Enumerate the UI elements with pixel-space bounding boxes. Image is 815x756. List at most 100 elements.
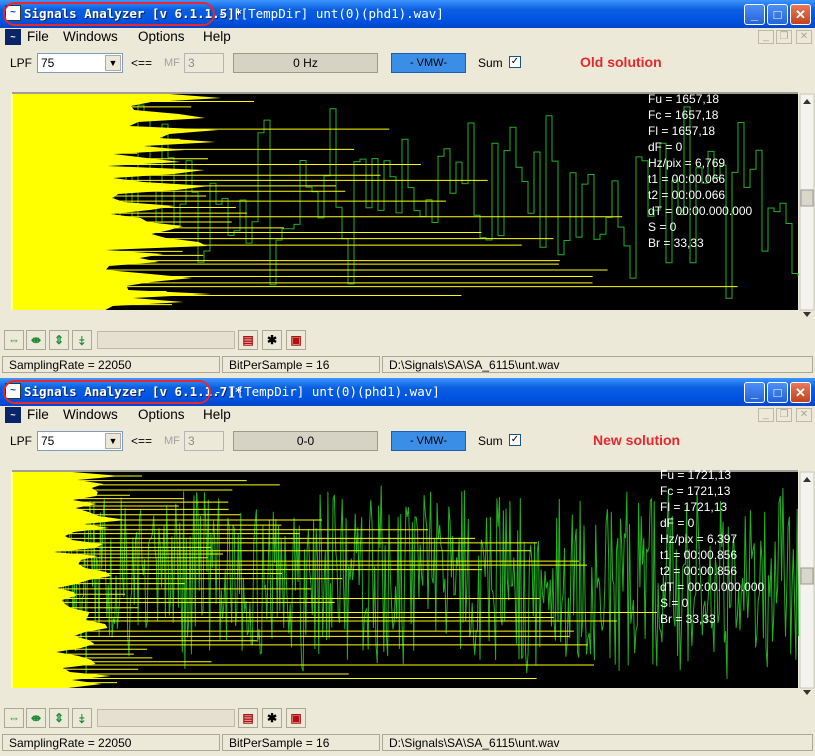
stat-fc: Fc = 1721,13 <box>660 484 731 498</box>
stat-df: dF = 0 <box>660 516 695 530</box>
analyzer-window-new: ~ Signals Analyzer [v 6.1.1.7]* - [[Temp… <box>0 378 815 756</box>
document-icon[interactable]: ~ <box>5 29 21 45</box>
lpf-value: 75 <box>41 434 55 448</box>
lpf-label: LPF <box>10 56 33 70</box>
save-icon[interactable]: ▣ <box>286 330 306 350</box>
minimize-button[interactable]: _ <box>744 382 765 403</box>
menu-windows[interactable]: Windows <box>63 29 118 44</box>
close-button[interactable]: ✕ <box>790 382 811 403</box>
version-highlight <box>3 380 211 404</box>
stat-hz-per-pix: Hz/pix = 6,397 <box>660 532 738 546</box>
lpf-value: 75 <box>41 56 55 70</box>
mdi-restore-icon[interactable]: ❐ <box>776 408 792 422</box>
stat-t1: t1 = 00:00.066 <box>648 172 726 186</box>
stat-t1: t1 = 00:00.856 <box>660 548 738 562</box>
menu-bar: ~ File Windows Options Help _ ❐ ✕ <box>0 406 815 424</box>
sum-checkbox[interactable]: ✓ <box>509 56 521 68</box>
stat-t2: t2 = 00:00.066 <box>648 188 726 202</box>
status-bar: SamplingRate = 22050 BitPerSample = 16 D… <box>0 732 815 752</box>
title-bar[interactable]: ~ Signals Analyzer [v 6.1.1.7]* - [[Temp… <box>0 378 815 406</box>
file-path-status: D:\Signals\SA\SA_6115\unt.wav <box>382 734 813 751</box>
stat-fl: Fl = 1657,18 <box>648 124 716 138</box>
frequency-display: 0 Hz <box>233 53 378 73</box>
horizontal-expand-icon[interactable]: ⇔ <box>4 708 24 728</box>
asterisk-icon[interactable]: ✱ <box>262 330 282 350</box>
vertical-shrink-icon[interactable]: ⤈ <box>72 708 92 728</box>
menu-options[interactable]: Options <box>138 407 185 422</box>
sampling-rate-status: SamplingRate = 22050 <box>2 356 220 373</box>
toolbar: LPF 75 ▼ <== MF 3 0-0 - VMW- Sum ✓ New s… <box>0 426 815 456</box>
lpf-select[interactable]: 75 ▼ <box>37 53 123 73</box>
stat-hz-per-pix: Hz/pix = 6,769 <box>648 156 726 170</box>
sum-label: Sum <box>478 434 503 448</box>
stat-s: S = 0 <box>660 596 689 610</box>
info-field <box>97 331 235 349</box>
bits-per-sample-status: BitPerSample = 16 <box>222 734 380 751</box>
stat-s: S = 0 <box>648 220 677 234</box>
analyzer-window-old: ~ Signals Analyzer [v 6.1.1.5]* - [[Temp… <box>0 0 815 378</box>
mf-input[interactable]: 3 <box>184 53 224 73</box>
chevron-down-icon[interactable]: ▼ <box>105 433 121 449</box>
toolbar: LPF 75 ▼ <== MF 3 0 Hz - VMW- Sum ✓ Old … <box>0 48 815 78</box>
window-subtitle: - [[TempDir] unt(0)(phd1).wav] <box>218 6 444 21</box>
solution-annotation: New solution <box>593 432 681 448</box>
lpf-select[interactable]: 75 ▼ <box>37 431 123 451</box>
lpf-label: LPF <box>10 434 33 448</box>
mdi-close-icon[interactable]: ✕ <box>796 408 812 422</box>
stat-fl: Fl = 1721,13 <box>660 500 728 514</box>
sampling-rate-status: SamplingRate = 22050 <box>2 734 220 751</box>
status-bar: SamplingRate = 22050 BitPerSample = 16 D… <box>0 354 815 374</box>
menu-file[interactable]: File <box>27 407 49 422</box>
version-highlight <box>3 2 215 26</box>
stat-dt: dT = 00:00.000.000 <box>648 204 753 218</box>
stat-dt: dT = 00:00.000.000 <box>660 580 765 594</box>
horizontal-shrink-icon[interactable]: ⇼ <box>26 330 46 350</box>
maximize-button[interactable]: □ <box>767 382 788 403</box>
apply-arrow-label[interactable]: <== <box>131 434 152 448</box>
stat-df: dF = 0 <box>648 140 683 154</box>
asterisk-icon[interactable]: ✱ <box>262 708 282 728</box>
solution-annotation: Old solution <box>580 54 662 70</box>
bottom-toolbar: ⇔ ⇼ ⇕ ⤈ ▤ ✱ ▣ <box>0 706 815 730</box>
vertical-expand-icon[interactable]: ⇕ <box>49 708 69 728</box>
measurement-readout: Fu = 1657,18 Fc = 1657,18 Fl = 1657,18 d… <box>648 91 752 251</box>
window-subtitle: - [[TempDir] unt(0)(phd1).wav] <box>214 384 440 399</box>
mdi-minimize-icon[interactable]: _ <box>758 408 774 422</box>
menu-help[interactable]: Help <box>203 29 231 44</box>
spectrum-view-icon[interactable]: ▤ <box>238 330 258 350</box>
mdi-minimize-icon[interactable]: _ <box>758 30 774 44</box>
bottom-toolbar: ⇔ ⇼ ⇕ ⤈ ▤ ✱ ▣ <box>0 328 815 352</box>
menu-windows[interactable]: Windows <box>63 407 118 422</box>
stat-fu: Fu = 1657,18 <box>648 92 720 106</box>
save-icon[interactable]: ▣ <box>286 708 306 728</box>
sum-checkbox[interactable]: ✓ <box>509 434 521 446</box>
title-bar[interactable]: ~ Signals Analyzer [v 6.1.1.5]* - [[Temp… <box>0 0 815 28</box>
mf-label: MF <box>164 57 180 69</box>
maximize-button[interactable]: □ <box>767 4 788 25</box>
menu-options[interactable]: Options <box>138 29 185 44</box>
mf-input[interactable]: 3 <box>184 431 224 451</box>
mdi-close-icon[interactable]: ✕ <box>796 30 812 44</box>
plot-scrollbar-thumb <box>800 567 814 585</box>
chevron-down-icon[interactable]: ▼ <box>105 55 121 71</box>
signal-plot[interactable]: Fu = 1721,13 Fc = 1721,13 Fl = 1721,13 d… <box>0 464 815 704</box>
mf-label: MF <box>164 435 180 447</box>
apply-arrow-label[interactable]: <== <box>131 56 152 70</box>
vertical-shrink-icon[interactable]: ⤈ <box>72 330 92 350</box>
menu-help[interactable]: Help <box>203 407 231 422</box>
file-path-status: D:\Signals\SA\SA_6115\unt.wav <box>382 356 813 373</box>
spectrum-view-icon[interactable]: ▤ <box>238 708 258 728</box>
vertical-expand-icon[interactable]: ⇕ <box>49 330 69 350</box>
stat-br: Br = 33,33 <box>660 612 716 626</box>
vmw-button[interactable]: - VMW- <box>391 53 466 73</box>
horizontal-shrink-icon[interactable]: ⇼ <box>26 708 46 728</box>
minimize-button[interactable]: _ <box>744 4 765 25</box>
document-icon[interactable]: ~ <box>5 407 21 423</box>
close-button[interactable]: ✕ <box>790 4 811 25</box>
mdi-restore-icon[interactable]: ❐ <box>776 30 792 44</box>
menu-file[interactable]: File <box>27 29 49 44</box>
vmw-button[interactable]: - VMW- <box>391 431 466 451</box>
signal-plot[interactable]: Fu = 1657,18 Fc = 1657,18 Fl = 1657,18 d… <box>0 86 815 326</box>
measurement-readout: Fu = 1721,13 Fc = 1721,13 Fl = 1721,13 d… <box>660 467 764 627</box>
horizontal-expand-icon[interactable]: ⇔ <box>4 330 24 350</box>
